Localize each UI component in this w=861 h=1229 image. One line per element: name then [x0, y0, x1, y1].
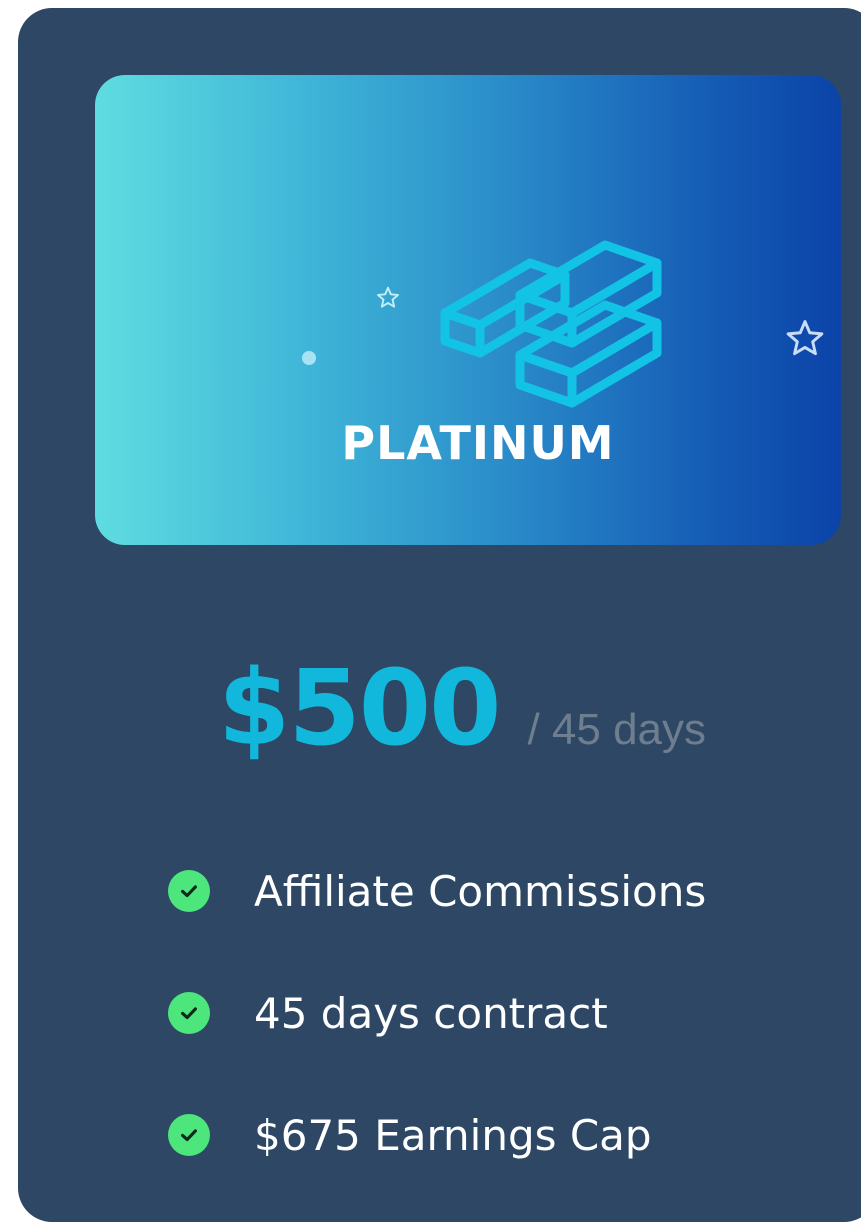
gold-bars-icon: [440, 240, 662, 408]
decorative-dot: [302, 351, 316, 365]
star-icon: [377, 286, 399, 308]
check-icon: [168, 870, 210, 912]
list-item: Affiliate Commissions: [168, 858, 706, 924]
price-row: $500 / 45 days: [218, 648, 706, 768]
feature-label: Affiliate Commissions: [254, 866, 707, 916]
plan-period: / 45 days: [527, 705, 707, 754]
plan-price: $500: [218, 647, 501, 769]
plan-name: PLATINUM: [341, 416, 615, 470]
plan-banner: [95, 75, 841, 545]
pricing-card: PLATINUM $500 / 45 days Affiliate Commis…: [18, 8, 861, 1222]
star-outline-icon: [786, 320, 824, 356]
list-item: 45 days contract: [168, 980, 706, 1046]
list-item: $675 Earnings Cap: [168, 1102, 706, 1168]
feature-label: $675 Earnings Cap: [254, 1110, 652, 1160]
feature-list: Affiliate Commissions 45 days contract $…: [168, 858, 706, 1224]
check-icon: [168, 992, 210, 1034]
feature-label: 45 days contract: [254, 988, 608, 1038]
check-icon: [168, 1114, 210, 1156]
